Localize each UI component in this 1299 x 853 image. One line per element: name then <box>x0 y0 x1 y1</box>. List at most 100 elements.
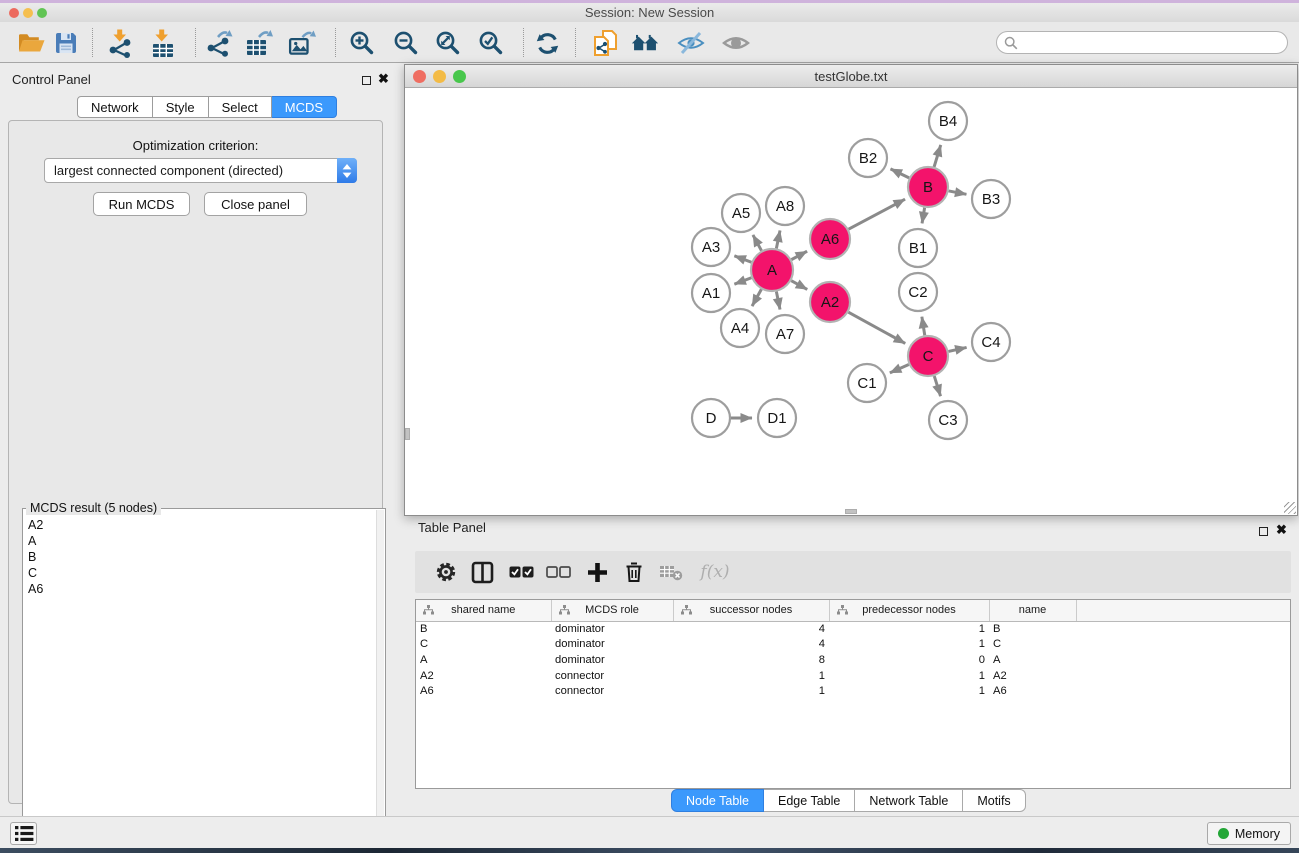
zoom-in-button[interactable] <box>348 29 376 57</box>
graph-node-D1[interactable]: D1 <box>758 399 796 437</box>
graph-edge[interactable] <box>922 208 925 224</box>
export-network-button[interactable] <box>205 29 233 57</box>
table-cell[interactable]: 1 <box>829 683 989 699</box>
tab-mcds[interactable]: MCDS <box>272 96 337 118</box>
graph-node-A8[interactable]: A8 <box>766 187 804 225</box>
table-settings-button[interactable] <box>433 559 459 585</box>
search-field[interactable] <box>996 31 1288 54</box>
table-cell[interactable]: A <box>416 652 551 668</box>
table-cell[interactable]: B <box>416 621 551 637</box>
import-network-button[interactable] <box>106 29 134 57</box>
network-graph[interactable]: B4B2BB3A5A8A6B1A3AA1C2A2A4A7C4CC1DD1C3 <box>405 88 1297 515</box>
table-cell[interactable]: A2 <box>989 668 1076 684</box>
table-cell[interactable]: dominator <box>551 652 673 668</box>
graph-node-A4[interactable]: A4 <box>721 309 759 347</box>
delete-table-button[interactable] <box>658 559 684 585</box>
graph-node-A7[interactable]: A7 <box>766 315 804 353</box>
zoom-selected-button[interactable] <box>477 29 505 57</box>
table-cell[interactable]: A6 <box>416 683 551 699</box>
export-table-button[interactable] <box>245 29 273 57</box>
close-panel-icon[interactable]: ✖ <box>378 71 389 87</box>
save-session-button[interactable] <box>52 29 80 57</box>
function-builder-button[interactable]: f(x) <box>698 559 732 585</box>
tab-select[interactable]: Select <box>209 96 272 118</box>
graph-node-C2[interactable]: C2 <box>899 273 937 311</box>
graph-node-B4[interactable]: B4 <box>929 102 967 140</box>
graph-edge[interactable] <box>922 317 925 336</box>
graph-edge[interactable] <box>734 256 751 262</box>
table-cell[interactable]: connector <box>551 683 673 699</box>
table-cell[interactable]: 0 <box>829 652 989 668</box>
home-button[interactable] <box>631 29 659 57</box>
tab-network-table[interactable]: Network Table <box>855 789 963 812</box>
table-row[interactable]: A6connector11A6 <box>416 683 1291 699</box>
column-header-name[interactable]: name <box>989 600 1076 621</box>
graph-edge[interactable] <box>753 235 762 251</box>
memory-button[interactable]: Memory <box>1207 822 1291 845</box>
graph-node-B3[interactable]: B3 <box>972 180 1010 218</box>
table-cell[interactable]: 8 <box>673 652 829 668</box>
table-cell[interactable]: C <box>989 637 1076 653</box>
graph-edge[interactable] <box>948 347 966 351</box>
add-column-button[interactable] <box>584 559 610 585</box>
graph-edge[interactable] <box>752 289 761 306</box>
graph-edge[interactable] <box>849 199 905 229</box>
zoom-fit-button[interactable] <box>434 29 462 57</box>
graph-edge[interactable] <box>949 191 967 194</box>
table-cell[interactable]: B <box>989 621 1076 637</box>
graph-edge[interactable] <box>776 230 780 248</box>
table-cell[interactable]: A2 <box>416 668 551 684</box>
table-cell[interactable]: 1 <box>673 668 829 684</box>
split-columns-button[interactable] <box>469 559 495 585</box>
tab-style[interactable]: Style <box>153 96 209 118</box>
graph-edge[interactable] <box>734 278 751 284</box>
table-cell[interactable]: C <box>416 637 551 653</box>
graph-node-A6[interactable]: A6 <box>810 219 850 259</box>
deselect-all-button[interactable] <box>545 559 571 585</box>
graph-node-C4[interactable]: C4 <box>972 323 1010 361</box>
table-cell[interactable]: 1 <box>673 683 829 699</box>
table-row[interactable]: Adominator80A <box>416 652 1291 668</box>
graph-edge[interactable] <box>791 281 807 290</box>
graph-node-A5[interactable]: A5 <box>722 194 760 232</box>
column-header-predecessor-nodes[interactable]: predecessor nodes <box>829 600 989 621</box>
graph-node-C1[interactable]: C1 <box>848 364 886 402</box>
close-table-panel-icon[interactable]: ✖ <box>1276 522 1287 538</box>
select-all-button[interactable] <box>508 559 534 585</box>
table-cell[interactable]: 1 <box>829 637 989 653</box>
table-cell[interactable]: 1 <box>829 668 989 684</box>
table-cell[interactable]: dominator <box>551 637 673 653</box>
network-window-titlebar[interactable]: testGlobe.txt <box>405 65 1297 88</box>
network-canvas[interactable]: B4B2BB3A5A8A6B1A3AA1C2A2A4A7C4CC1DD1C3 <box>405 88 1297 515</box>
show-panels-button[interactable] <box>722 29 750 57</box>
export-image-button[interactable] <box>288 29 316 57</box>
graph-edge[interactable] <box>934 145 941 167</box>
network-horizontal-scrollbar[interactable] <box>845 509 857 514</box>
criterion-dropdown[interactable]: largest connected component (directed) <box>44 158 357 183</box>
window-resize-handle[interactable] <box>1284 502 1296 514</box>
graph-node-B1[interactable]: B1 <box>899 229 937 267</box>
graph-edge[interactable] <box>934 376 940 396</box>
hide-panels-button[interactable] <box>677 29 705 57</box>
network-snapshot-button[interactable] <box>591 29 619 57</box>
run-mcds-button[interactable]: Run MCDS <box>93 192 190 216</box>
graph-node-A1[interactable]: A1 <box>692 274 730 312</box>
graph-edge[interactable] <box>848 312 905 343</box>
column-header-shared-name[interactable]: shared name <box>416 600 551 621</box>
result-scrollbar[interactable] <box>376 510 384 848</box>
graph-node-A[interactable]: A <box>751 249 793 291</box>
graph-edge[interactable] <box>776 292 780 310</box>
zoom-out-button[interactable] <box>392 29 420 57</box>
table-cell[interactable]: A <box>989 652 1076 668</box>
tab-edge-table[interactable]: Edge Table <box>764 789 855 812</box>
tab-network[interactable]: Network <box>77 96 153 118</box>
table-cell[interactable]: connector <box>551 668 673 684</box>
tab-motifs[interactable]: Motifs <box>963 789 1025 812</box>
table-row[interactable]: A2connector11A2 <box>416 668 1291 684</box>
float-panel-icon[interactable] <box>362 76 371 85</box>
table-cell[interactable]: 4 <box>673 637 829 653</box>
graph-node-A3[interactable]: A3 <box>692 228 730 266</box>
refresh-button[interactable] <box>533 29 561 57</box>
table-cell[interactable]: dominator <box>551 621 673 637</box>
graph-node-C3[interactable]: C3 <box>929 401 967 439</box>
